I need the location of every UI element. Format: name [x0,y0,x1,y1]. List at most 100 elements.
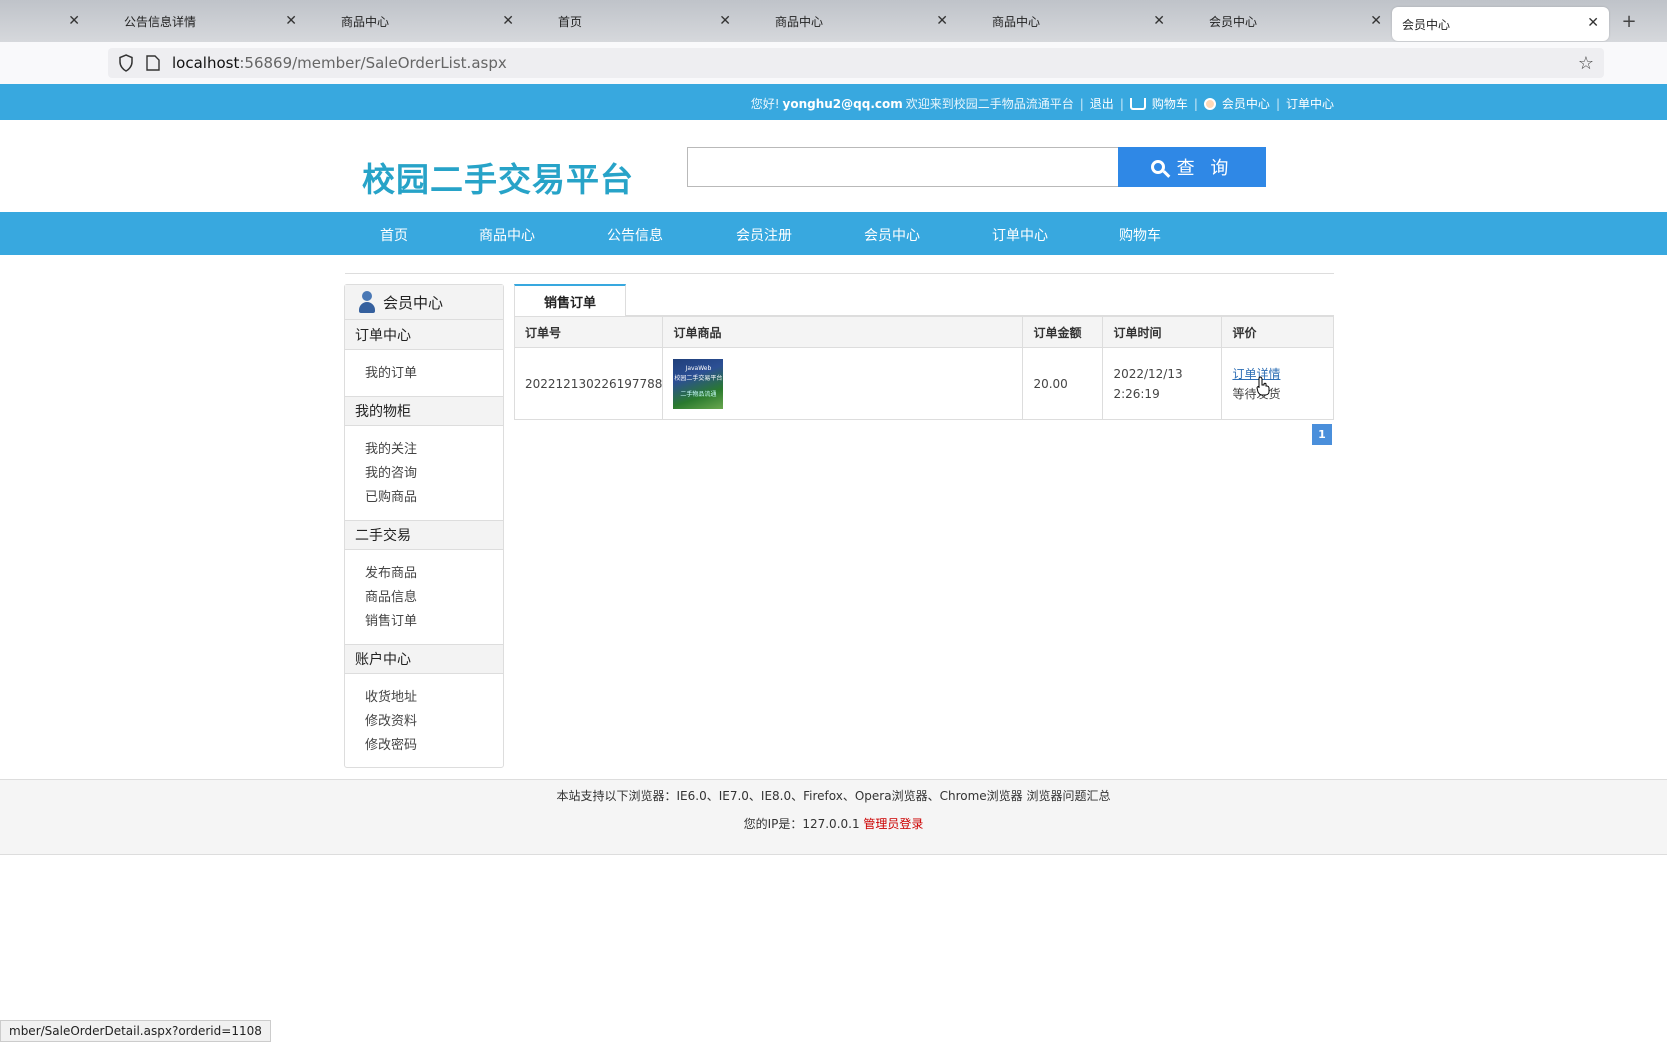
tab-label: 首页 [558,14,583,29]
browser-tab[interactable]: 商品中心 ✕ [741,4,958,38]
table-header-row: 订单号 订单商品 订单金额 订单时间 评价 [513,316,1334,348]
search-input[interactable] [687,147,1119,187]
sidebar-item-inquiries[interactable]: 我的咨询 [365,462,503,486]
nav-member-center[interactable]: 会员中心 [864,225,920,245]
close-tab-icon[interactable]: ✕ [719,13,731,29]
admin-login-link[interactable]: 管理员登录 [863,817,923,831]
sidebar-item-purchased[interactable]: 已购商品 [365,486,503,510]
close-tab-icon[interactable]: ✕ [68,13,80,29]
browser-tab[interactable]: ✕ [0,4,90,38]
sidebar-item-my-orders[interactable]: 我的订单 [365,362,503,386]
nav-announcements[interactable]: 公告信息 [607,225,663,245]
browser-tab[interactable]: 首页 ✕ [524,4,741,38]
logout-link[interactable]: 退出 [1090,95,1114,112]
close-tab-icon[interactable]: ✕ [1370,13,1382,29]
nav-home[interactable]: 首页 [380,225,408,245]
shield-icon[interactable] [118,54,134,72]
member-sidebar: 会员中心 订单中心 我的订单 我的物柜 我的关注 我的咨询 已购商品 二手交易 … [344,284,504,768]
pagination-page-1[interactable]: 1 [1312,424,1332,445]
browser-tab[interactable]: 商品中心 ✕ [958,4,1175,38]
browser-tab-active[interactable]: 会员中心 ✕ [1392,7,1609,41]
order-date: 2022/12/13 [1113,366,1183,381]
sidebar-group-title: 订单中心 [345,320,503,350]
content-tabstrip: 销售订单 [514,284,1334,317]
tab-label: 会员中心 [1209,14,1258,29]
site-footer: 本站支持以下浏览器：IE6.0、IE7.0、IE8.0、Firefox、Oper… [0,779,1667,855]
url-path: :56869/member/SaleOrderList.aspx [239,54,507,72]
url-host: localhost [172,54,240,72]
separator: | [1193,96,1198,111]
order-status: 等待发货 [1232,386,1281,401]
member-icon [359,291,375,313]
tab-label: 商品中心 [341,14,390,29]
user-email: yonghu2@qq.com [782,96,903,111]
bookmark-star-icon[interactable]: ☆ [1578,53,1594,74]
column-header: 订单商品 [662,316,1024,348]
greeting: 您好! [750,97,780,111]
nav-cart[interactable]: 购物车 [1119,225,1161,245]
browser-tab[interactable]: 商品中心 ✕ [307,4,524,38]
browser-tab[interactable]: 会员中心 ✕ [1175,4,1392,38]
close-tab-icon[interactable]: ✕ [502,13,514,29]
order-time: 2:26:19 [1113,386,1160,401]
site-logo[interactable]: 校园二手交易平台 [362,153,634,201]
order-center-link[interactable]: 订单中心 [1286,95,1334,112]
close-tab-icon[interactable]: ✕ [285,13,297,29]
page-icon [146,55,160,71]
nav-order-center[interactable]: 订单中心 [992,225,1048,245]
sidebar-item-address[interactable]: 收货地址 [365,686,503,710]
sidebar-group-title: 二手交易 [345,520,503,550]
separator: | [1275,96,1280,111]
welcome-text: 欢迎来到校园二手物品流通平台 [905,97,1074,111]
close-tab-icon[interactable]: ✕ [1153,13,1165,29]
sidebar-item-products[interactable]: 商品信息 [365,586,503,610]
order-review-cell: 订单详情 等待发货 [1221,347,1334,420]
cart-link[interactable]: 购物车 [1152,95,1188,112]
tab-sale-orders[interactable]: 销售订单 [514,284,626,317]
sidebar-group-title: 账户中心 [345,644,503,674]
tab-label: 公告信息详情 [124,14,197,29]
main-nav: 首页 商品中心 公告信息 会员注册 会员中心 订单中心 购物车 [0,212,1667,255]
sidebar-item-profile[interactable]: 修改资料 [365,710,503,734]
sidebar-item-follows[interactable]: 我的关注 [365,438,503,462]
user-icon [1203,97,1216,110]
column-header: 订单金额 [1022,316,1104,348]
footer-ip: 您的IP是：127.0.0.1 [743,817,860,831]
column-header: 订单号 [513,316,664,348]
member-center-link[interactable]: 会员中心 [1222,95,1270,112]
separator: | [1079,96,1084,111]
cart-icon [1129,97,1146,110]
footer-browsers: 本站支持以下浏览器：IE6.0、IE7.0、IE8.0、Firefox、Oper… [556,789,1111,803]
close-tab-icon[interactable]: ✕ [936,13,948,29]
close-tab-icon[interactable]: ✕ [1587,15,1599,31]
browser-status-url: mber/SaleOrderDetail.aspx?orderid=1108 [0,1020,271,1042]
address-bar[interactable]: localhost:56869/member/SaleOrderList.asp… [108,48,1604,78]
nav-products[interactable]: 商品中心 [479,225,535,245]
column-header: 评价 [1221,316,1334,348]
browser-urlbar: localhost:56869/member/SaleOrderList.asp… [0,42,1667,84]
separator: | [1119,96,1124,111]
user-bar: 您好! yonghu2@qq.com 欢迎来到校园二手物品流通平台 | 退出 |… [751,95,1334,112]
search-button[interactable]: 查 询 [1118,147,1266,187]
sidebar-item-sale-orders[interactable]: 销售订单 [365,610,503,634]
hand-cursor-icon [1256,376,1270,396]
sidebar-item-password[interactable]: 修改密码 [365,734,503,758]
browser-tabbar: ✕ 公告信息详情 ✕ 商品中心 ✕ 首页 ✕ 商品中心 ✕ 商品中心 ✕ 会员中… [0,0,1667,42]
order-product-cell: JavaWeb 校园二手交易平台 二手物品流通 [662,347,1024,420]
sidebar-group-title: 我的物柜 [345,396,503,426]
nav-register[interactable]: 会员注册 [736,225,792,245]
url-text[interactable]: localhost:56869/member/SaleOrderList.asp… [172,54,507,72]
sidebar-item-publish[interactable]: 发布商品 [365,562,503,586]
tab-label: 商品中心 [992,14,1041,29]
new-tab-button[interactable]: + [1609,11,1649,32]
product-thumbnail[interactable]: JavaWeb 校园二手交易平台 二手物品流通 [673,358,724,409]
search-icon [1150,160,1165,174]
sidebar-header: 会员中心 [345,285,503,320]
sidebar-group-items: 收货地址 修改资料 修改密码 [345,674,503,768]
sidebar-group-items: 我的订单 [345,350,503,396]
sidebar-group-items: 发布商品 商品信息 销售订单 [345,550,503,644]
footer-ip-line: 您的IP是：127.0.0.1 管理员登录 [0,815,1667,832]
column-header: 订单时间 [1102,316,1223,348]
browser-tab[interactable]: 公告信息详情 ✕ [90,4,307,38]
divider [345,273,1334,274]
